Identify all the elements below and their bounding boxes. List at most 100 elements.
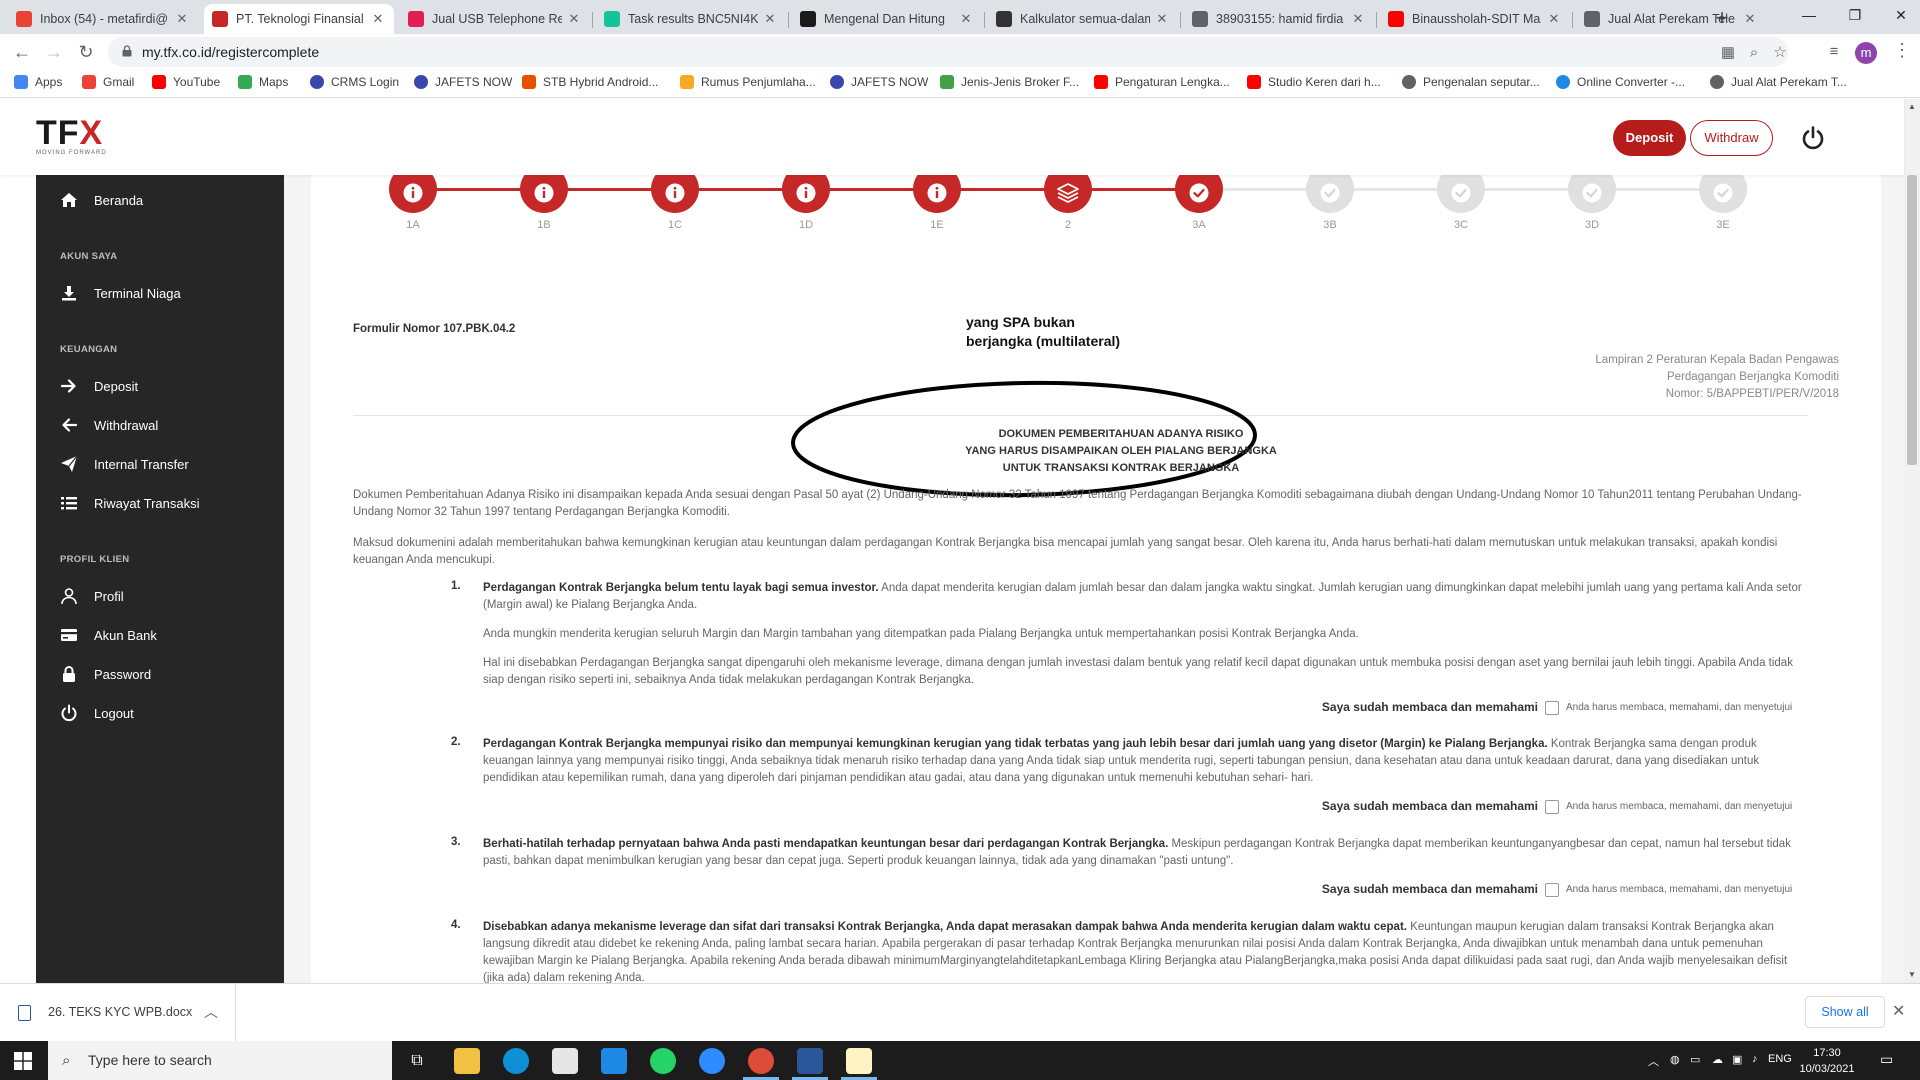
tab-close-icon[interactable]: ✕	[174, 11, 190, 27]
bookmark-item[interactable]: Jenis-Jenis Broker F...	[940, 75, 1079, 89]
withdraw-button[interactable]: Withdraw	[1690, 120, 1773, 156]
tab-close-icon[interactable]: ✕	[1154, 11, 1170, 27]
mail-icon[interactable]	[601, 1048, 627, 1074]
step-3d[interactable]	[1568, 175, 1616, 213]
language-indicator[interactable]: ENG	[1768, 1053, 1792, 1065]
tfx-logo[interactable]: TFX MOVING FORWARD	[36, 116, 107, 156]
whatsapp-icon[interactable]	[650, 1048, 676, 1074]
step-2[interactable]	[1044, 175, 1092, 213]
download-item[interactable]: 26. TEKS KYC WPB.docx ︿	[0, 984, 236, 1042]
chevron-up-icon[interactable]: ︿	[204, 1002, 218, 1022]
scroll-up-icon[interactable]: ▲	[1904, 100, 1920, 114]
profile-avatar[interactable]: m	[1855, 42, 1877, 64]
tray-monitor-icon[interactable]: ▣	[1732, 1053, 1742, 1066]
scroll-down-icon[interactable]: ▼	[1904, 968, 1920, 982]
system-clock[interactable]: 17:30 10/03/2021	[1795, 1045, 1859, 1077]
back-icon[interactable]: ←	[10, 40, 34, 64]
browser-tab[interactable]: Jual USB Telephone Rec ✕	[400, 4, 590, 34]
sidebar-item-akun-bank[interactable]: Akun Bank	[60, 626, 157, 644]
tab-close-icon[interactable]: ✕	[566, 11, 582, 27]
browser-tab[interactable]: Task results BNC5NI4K ✕	[596, 4, 786, 34]
tray-cloud-icon[interactable]: ☁	[1712, 1053, 1723, 1066]
qr-code-icon[interactable]: ▦	[1718, 43, 1738, 63]
browser-tab[interactable]: Kalkulator semua-dalam ✕	[988, 4, 1178, 34]
tab-close-icon[interactable]: ✕	[762, 11, 778, 27]
zoom-icon[interactable]	[699, 1048, 725, 1074]
step-1d[interactable]	[782, 175, 830, 213]
step-3c[interactable]	[1437, 175, 1485, 213]
edge-icon[interactable]	[503, 1048, 529, 1074]
sidebar-item-password[interactable]: Password	[60, 665, 151, 683]
show-all-button[interactable]: Show all	[1805, 996, 1885, 1028]
tray-volume-icon[interactable]: ♪	[1752, 1053, 1758, 1065]
browser-tab[interactable]: Mengenal Dan Hitung ✕	[792, 4, 982, 34]
store-icon[interactable]	[552, 1048, 578, 1074]
sidebar-item-logout[interactable]: Logout	[60, 704, 134, 722]
bookmark-item[interactable]: Maps	[238, 75, 288, 89]
tray-network-icon[interactable]: ◍	[1670, 1053, 1680, 1066]
bookmark-star-icon[interactable]: ☆	[1770, 43, 1790, 63]
step-1e[interactable]	[913, 175, 961, 213]
confirm-checkbox[interactable]	[1545, 701, 1559, 715]
bookmark-item[interactable]: JAFETS NOW	[830, 75, 928, 89]
tab-close-icon[interactable]: ✕	[1350, 11, 1366, 27]
browser-menu-icon[interactable]: ⋮	[1893, 40, 1911, 61]
file-explorer-icon[interactable]	[454, 1048, 480, 1074]
bookmark-item[interactable]: JAFETS NOW	[414, 75, 512, 89]
deposit-button[interactable]: Deposit	[1613, 120, 1686, 156]
bookmark-item[interactable]: YouTube	[152, 75, 220, 89]
tab-close-icon[interactable]: ✕	[1546, 11, 1562, 27]
reading-list-icon[interactable]: ≡	[1824, 42, 1844, 62]
windows-start-icon[interactable]	[14, 1052, 32, 1070]
step-3e[interactable]	[1699, 175, 1747, 213]
new-tab-button[interactable]: +	[1708, 5, 1736, 33]
forward-icon[interactable]: →	[42, 40, 66, 64]
tray-chevron-up-icon[interactable]: ︿	[1648, 1053, 1659, 1069]
bookmark-item[interactable]: Gmail	[82, 75, 134, 89]
maximize-button[interactable]: ❐	[1832, 0, 1878, 30]
confirm-checkbox[interactable]	[1545, 800, 1559, 814]
sidebar-item-beranda[interactable]: Beranda	[60, 191, 143, 209]
page-scrollbar-thumb[interactable]	[1907, 175, 1917, 465]
sidebar-item-internal-transfer[interactable]: Internal Transfer	[60, 455, 189, 473]
bookmark-item[interactable]: Rumus Penjumlaha...	[680, 75, 816, 89]
bookmark-item[interactable]: Jual Alat Perekam T...	[1710, 75, 1847, 89]
tab-close-icon[interactable]: ✕	[1742, 11, 1758, 27]
tab-close-icon[interactable]: ✕	[370, 11, 386, 27]
close-icon[interactable]: ✕	[1892, 1001, 1905, 1021]
bookmark-item[interactable]: Pengaturan Lengka...	[1094, 75, 1230, 89]
word-icon[interactable]	[797, 1048, 823, 1074]
task-view-icon[interactable]: ⧉	[404, 1048, 430, 1074]
bookmark-item[interactable]: Studio Keren dari h...	[1247, 75, 1381, 89]
sidebar-item-deposit[interactable]: Deposit	[60, 377, 138, 395]
confirm-checkbox[interactable]	[1545, 883, 1559, 897]
step-1c[interactable]	[651, 175, 699, 213]
bookmark-item[interactable]: Pengenalan seputar...	[1402, 75, 1540, 89]
step-3b[interactable]	[1306, 175, 1354, 213]
sidebar-item-riwayat-transaksi[interactable]: Riwayat Transaksi	[60, 494, 199, 512]
bookmark-item[interactable]: CRMS Login	[310, 75, 399, 89]
taskbar-search-box[interactable]: ⌕ Type here to search	[48, 1041, 392, 1080]
browser-tab[interactable]: Inbox (54) - metafirdi@ ✕	[8, 4, 198, 34]
zoom-icon[interactable]: ⌕	[1744, 43, 1764, 63]
minimize-button[interactable]: —	[1786, 0, 1832, 30]
bookmark-item[interactable]: Apps	[14, 75, 62, 89]
browser-tab[interactable]: PT. Teknologi Finansial ✕	[204, 4, 394, 34]
chrome-icon[interactable]	[748, 1048, 774, 1074]
sidebar-item-terminal-niaga[interactable]: Terminal Niaga	[60, 284, 181, 302]
close-window-button[interactable]: ✕	[1878, 0, 1920, 30]
bookmark-item[interactable]: Online Converter -...	[1556, 75, 1685, 89]
step-1a[interactable]	[389, 175, 437, 213]
notification-icon[interactable]: ▭	[1880, 1051, 1893, 1068]
sidebar-item-withdrawal[interactable]: Withdrawal	[60, 416, 158, 434]
sidebar-item-profil[interactable]: Profil	[60, 587, 124, 605]
tray-battery-icon[interactable]: ▭	[1690, 1053, 1700, 1066]
browser-tab[interactable]: 38903155: hamid firdia ✕	[1184, 4, 1374, 34]
tab-close-icon[interactable]: ✕	[958, 11, 974, 27]
browser-tab[interactable]: Jual Alat Perekam Tele ✕	[1576, 4, 1766, 34]
address-bar[interactable]: my.tfx.co.id/registercomplete ▦ ⌕ ☆	[108, 37, 1788, 67]
bookmark-item[interactable]: STB Hybrid Android...	[522, 75, 658, 89]
step-1b[interactable]	[520, 175, 568, 213]
reload-icon[interactable]: ↻	[74, 40, 98, 64]
browser-tab[interactable]: Binaussholah-SDIT Ma ✕	[1380, 4, 1570, 34]
